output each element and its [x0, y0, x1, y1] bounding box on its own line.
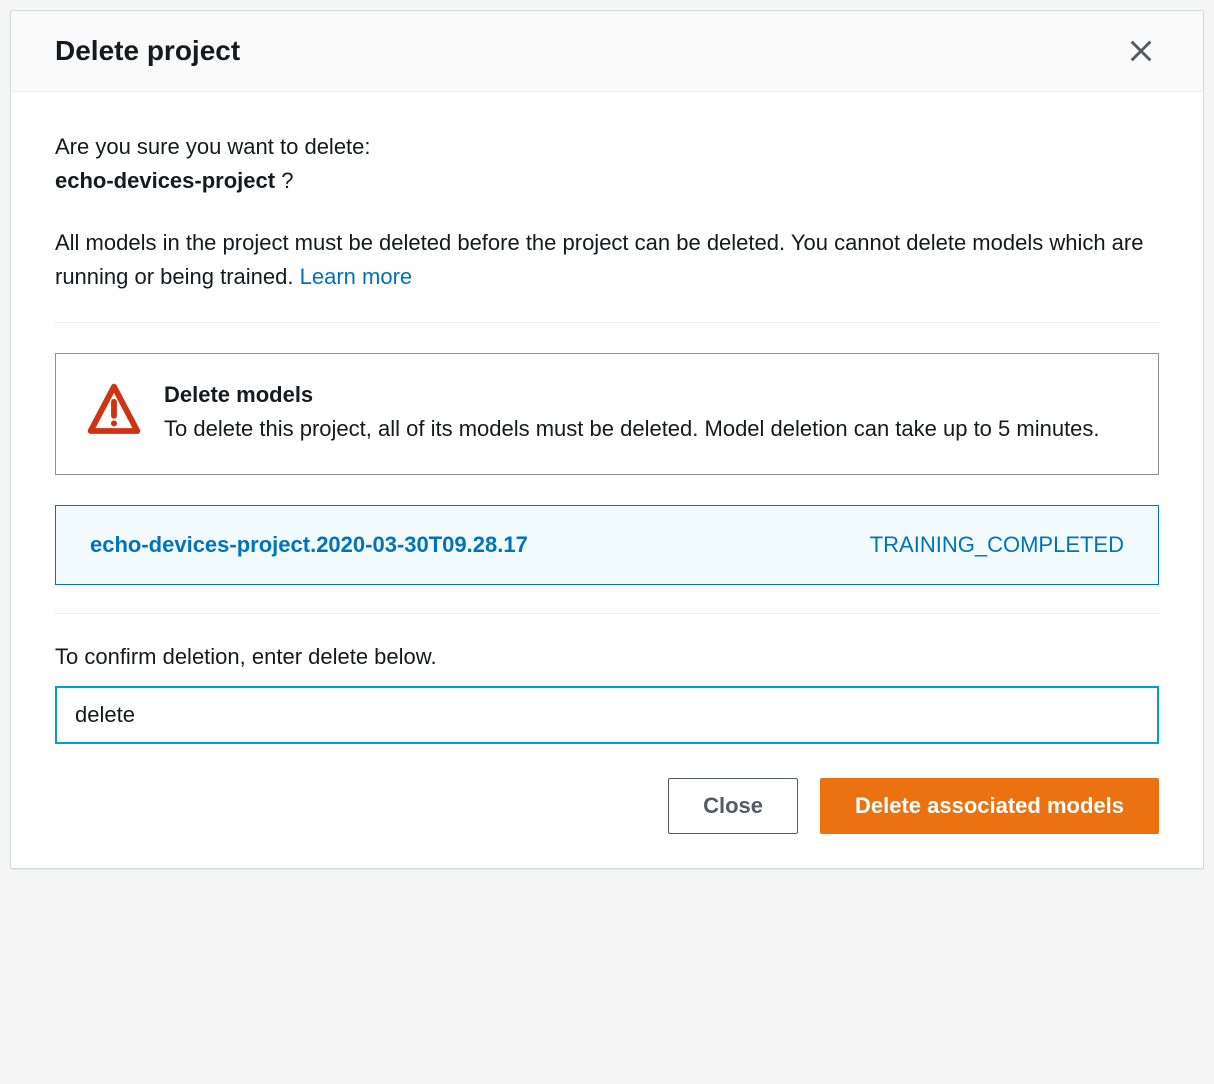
description-text: All models in the project must be delete…	[55, 230, 1143, 289]
modal-footer: Close Delete associated models	[11, 744, 1203, 868]
project-name: echo-devices-project	[55, 168, 275, 193]
alert-title: Delete models	[164, 382, 1128, 408]
model-row[interactable]: echo-devices-project.2020-03-30T09.28.17…	[55, 505, 1159, 585]
modal-title: Delete project	[55, 35, 240, 67]
model-status: TRAINING_COMPLETED	[870, 532, 1124, 558]
alert-description: To delete this project, all of its model…	[164, 412, 1128, 446]
divider	[55, 613, 1159, 614]
learn-more-link[interactable]: Learn more	[300, 264, 413, 289]
delete-project-modal: Delete project Are you sure you want to …	[10, 10, 1204, 869]
confirm-prompt: Are you sure you want to delete: echo-de…	[55, 130, 1159, 198]
delete-associated-models-button[interactable]: Delete associated models	[820, 778, 1159, 834]
warning-icon	[86, 382, 142, 443]
close-icon[interactable]	[1123, 33, 1159, 69]
close-button[interactable]: Close	[668, 778, 798, 834]
delete-models-alert: Delete models To delete this project, al…	[55, 353, 1159, 475]
modal-body: Are you sure you want to delete: echo-de…	[11, 92, 1203, 744]
alert-content: Delete models To delete this project, al…	[164, 382, 1128, 446]
question-mark: ?	[275, 168, 293, 193]
delete-description: All models in the project must be delete…	[55, 226, 1159, 294]
modal-header: Delete project	[11, 11, 1203, 92]
confirm-prefix: Are you sure you want to delete:	[55, 134, 371, 159]
divider	[55, 322, 1159, 323]
confirm-delete-input[interactable]	[55, 686, 1159, 744]
model-name-link[interactable]: echo-devices-project.2020-03-30T09.28.17	[90, 532, 528, 558]
confirm-delete-label: To confirm deletion, enter delete below.	[55, 644, 1159, 670]
